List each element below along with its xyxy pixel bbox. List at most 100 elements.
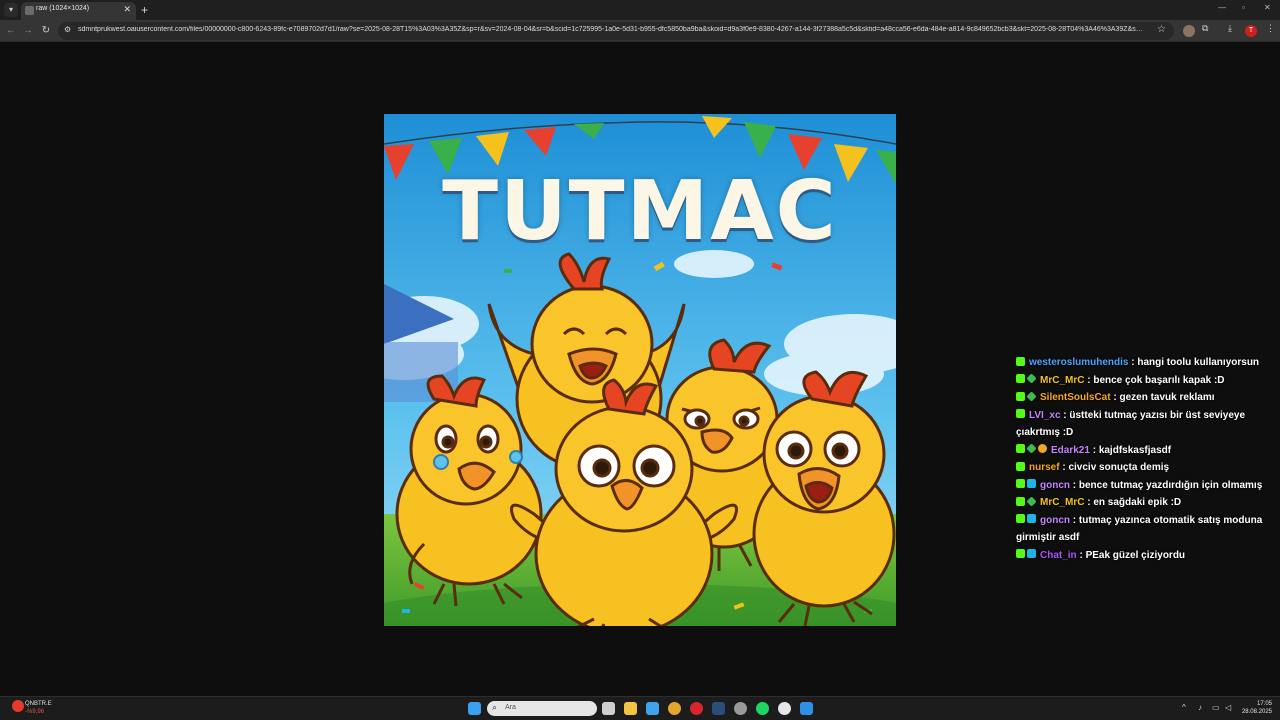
chat-text: civciv sonuçta demiş — [1068, 462, 1170, 473]
chat-text: gezen tavuk reklamı — [1119, 392, 1215, 403]
sub-badge-icon — [1026, 373, 1037, 384]
chat-message: MrC_MrC : en sağdaki epik :D — [1016, 494, 1270, 512]
taskbar-search[interactable]: ⌕ Ara — [487, 701, 597, 716]
stock-widget-name[interactable]: QNBTR.E — [25, 701, 52, 707]
microphone-icon[interactable]: ♪ — [1198, 703, 1202, 712]
sub-badge-icon — [1026, 496, 1037, 507]
chat-username[interactable]: SilentSoulsCat — [1040, 392, 1111, 403]
stock-widget-icon[interactable] — [12, 700, 24, 712]
reload-icon[interactable]: ↻ — [39, 23, 53, 39]
network-icon[interactable]: ▭ — [1212, 703, 1220, 712]
copilot-icon[interactable] — [646, 702, 659, 715]
tab-title: raw (1024×1024) — [36, 5, 90, 12]
minimize-icon[interactable]: — — [1218, 3, 1226, 12]
chat-message: MrC_MrC : bence çok başarılı kapak :D — [1016, 372, 1270, 390]
address-bar[interactable]: ⚙ sdmntprukwest.oaiusercontent.com/files… — [58, 22, 1174, 40]
opera-icon[interactable] — [690, 702, 703, 715]
sub-badge-icon — [1026, 443, 1037, 454]
chat-username[interactable]: Edark21 — [1051, 445, 1090, 456]
chat-separator: : — [1089, 444, 1099, 456]
url-text[interactable]: sdmntprukwest.oaiusercontent.com/files/0… — [78, 26, 1146, 33]
chat-separator: : — [1070, 479, 1079, 491]
chat-username[interactable]: goncn — [1040, 515, 1070, 526]
clock-date: 28.08.2025 — [1241, 709, 1272, 715]
chrome-icon[interactable] — [668, 702, 681, 715]
coin-badge-icon — [1038, 444, 1047, 454]
settings-app-icon[interactable] — [734, 702, 747, 715]
back-icon[interactable]: ← — [4, 23, 18, 39]
browser-menu-icon[interactable]: ⋮ — [1266, 23, 1275, 34]
kick-badge-icon — [1016, 549, 1025, 559]
chat-message: nursef : civciv sonuçta demiş — [1016, 459, 1270, 477]
chat-text: bence çok başarılı kapak :D — [1093, 374, 1225, 386]
sub-badge-icon — [1026, 391, 1037, 402]
cover-title: TUTMAC — [442, 164, 838, 259]
stock-widget-value[interactable]: -%9,96 — [25, 709, 44, 715]
maximize-icon[interactable]: ▫ — [1242, 3, 1245, 12]
gift-badge-icon — [1027, 479, 1036, 489]
chat-message: westeroslumuhendis : hangi toolu kullanı… — [1016, 354, 1270, 372]
cover-image: TUTMAC — [384, 114, 896, 626]
chat-separator: : — [1084, 374, 1094, 386]
taskbar-clock[interactable]: 17:05 28.08.2025 — [1238, 700, 1272, 716]
chat-username[interactable]: MrC_MrC — [1040, 497, 1084, 508]
start-icon[interactable] — [468, 702, 481, 715]
chat-username[interactable]: MrC_MrC — [1040, 375, 1084, 386]
kick-badge-icon — [1016, 444, 1025, 454]
tab-favicon-icon — [25, 6, 34, 15]
task-view-icon[interactable] — [602, 702, 615, 715]
kick-badge-icon — [1016, 374, 1025, 384]
chat-username[interactable]: goncn — [1040, 480, 1070, 491]
chat-message: SilentSoulsCat : gezen tavuk reklamı — [1016, 389, 1270, 407]
taskbar: QNBTR.E -%9,96 ⌕ Ara ^ ♪ ▭ ◁ 17:05 28.08… — [0, 696, 1280, 720]
chat-username[interactable]: LVI_xc — [1029, 410, 1061, 421]
browser-tab[interactable]: raw (1024×1024) ✕ — [21, 2, 136, 20]
chat-text: en sağdaki epik :D — [1093, 497, 1182, 508]
extensions-puzzle-icon[interactable]: ⧉ — [1202, 23, 1208, 34]
chat-message: goncn : bence tutmaç yazdırdığın için ol… — [1016, 477, 1270, 495]
chat-message: Edark21 : kajdfskasfjasdf — [1016, 442, 1270, 460]
kick-badge-icon — [1016, 496, 1025, 506]
kick-badge-icon — [1016, 356, 1025, 366]
chat-message: LVI_xc : üstteki tutmaç yazısı bir üst s… — [1016, 407, 1270, 442]
site-info-icon[interactable]: ⚙ — [64, 25, 71, 34]
extension-icon[interactable] — [1183, 25, 1195, 37]
clock-time: 17:05 — [1256, 701, 1272, 707]
chat-separator: : — [1084, 497, 1094, 508]
stream-chat: westeroslumuhendis : hangi toolu kullanı… — [1016, 354, 1270, 564]
browser-toolbar: ← → ↻ ⚙ sdmntprukwest.oaiusercontent.com… — [0, 20, 1280, 42]
chat-message: Chat_in : PEak güzel çiziyordu — [1016, 547, 1270, 565]
window-close-icon[interactable]: ✕ — [1264, 3, 1271, 12]
tab-close-icon[interactable]: ✕ — [123, 4, 131, 15]
gift-badge-icon — [1027, 514, 1036, 524]
chat-text: hangi toolu kullanıyorsun — [1137, 357, 1260, 368]
steam-icon[interactable] — [712, 702, 725, 715]
tab-search-icon[interactable]: ▾ — [4, 3, 18, 17]
file-explorer-icon[interactable] — [624, 702, 637, 715]
search-placeholder: Ara — [505, 704, 516, 711]
download-icon[interactable]: ⤓ — [1228, 23, 1232, 34]
chat-separator: : — [1076, 549, 1086, 561]
volume-icon[interactable]: ◁ — [1225, 703, 1231, 712]
chat-text: PEak güzel çiziyordu — [1085, 549, 1186, 561]
chat-username[interactable]: nursef — [1029, 462, 1060, 473]
profile-avatar[interactable]: T — [1245, 25, 1257, 37]
new-tab-icon[interactable]: + — [141, 2, 148, 18]
bookmark-star-icon[interactable]: ☆ — [1157, 24, 1166, 35]
forward-icon[interactable]: → — [21, 23, 35, 39]
spotify-icon[interactable] — [756, 702, 769, 715]
tab-strip: ▾ raw (1024×1024) ✕ + — ▫ ✕ — [0, 0, 1280, 20]
chat-separator: : — [1070, 514, 1079, 526]
tray-overflow-icon[interactable]: ^ — [1182, 703, 1186, 712]
gift-badge-icon — [1027, 549, 1036, 559]
kick-badge-icon — [1016, 391, 1025, 401]
search-icon: ⌕ — [492, 702, 498, 712]
chat-username[interactable]: Chat_in — [1040, 550, 1077, 561]
kick-badge-icon — [1016, 461, 1025, 471]
media-player-icon[interactable] — [778, 702, 791, 715]
photos-icon[interactable] — [800, 702, 813, 715]
kick-badge-icon — [1016, 409, 1025, 419]
chat-text: kajdfskasfjasdf — [1098, 444, 1172, 456]
kick-badge-icon — [1016, 514, 1025, 524]
chat-username[interactable]: westeroslumuhendis — [1029, 357, 1128, 368]
